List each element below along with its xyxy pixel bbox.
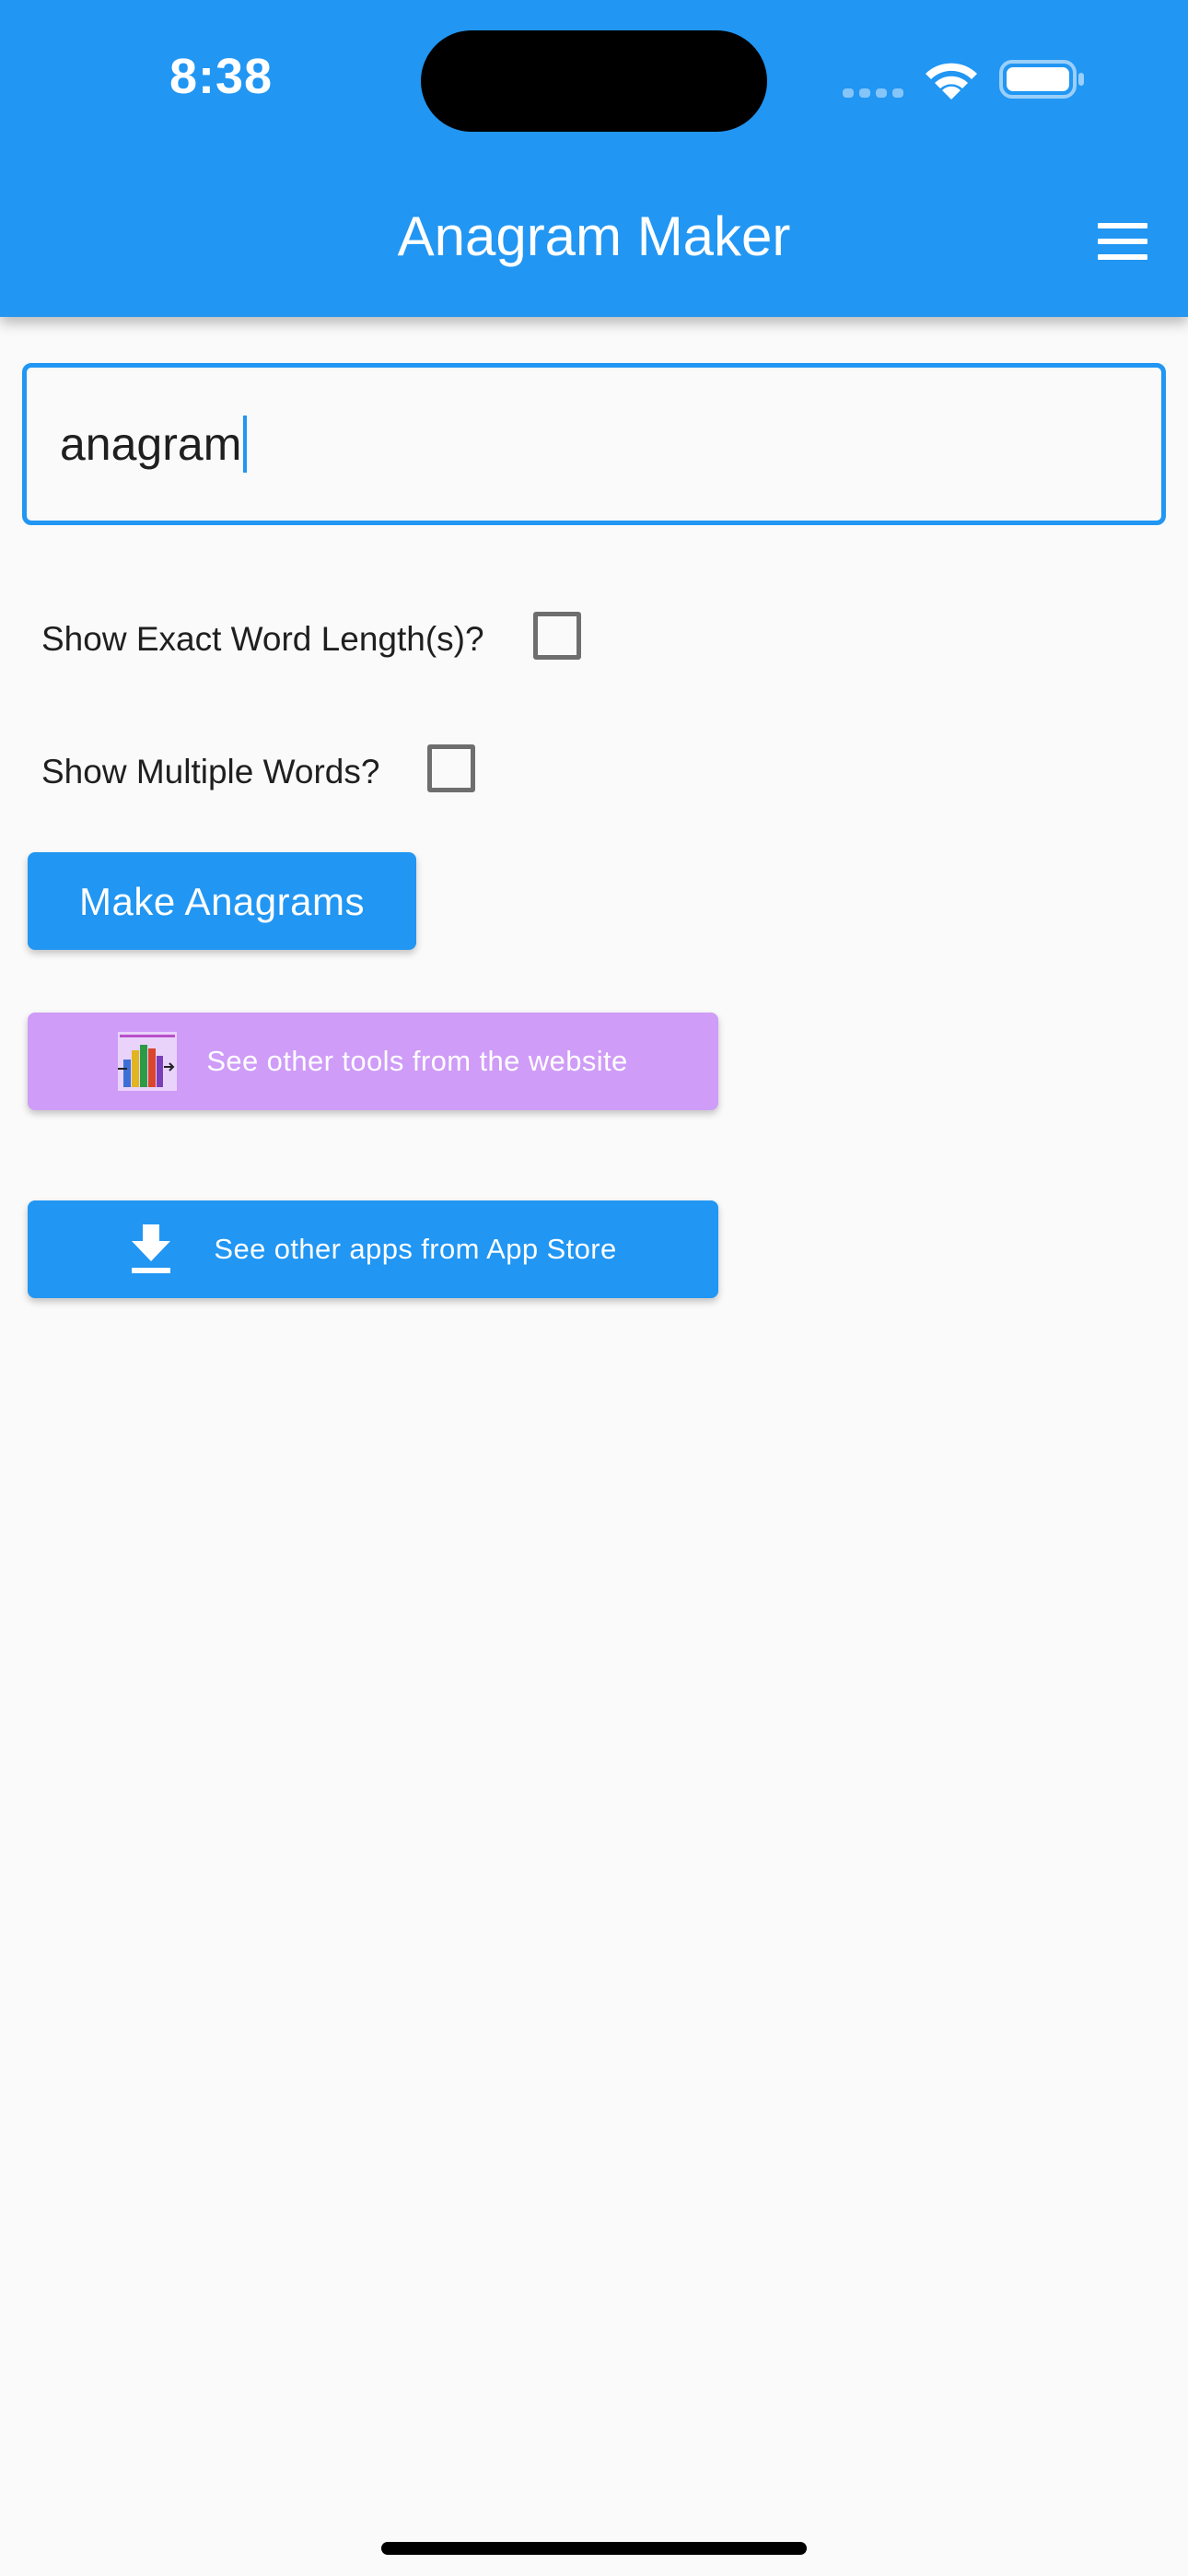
option-multiple-words: Show Multiple Words? — [41, 744, 502, 800]
hamburger-menu-icon[interactable] — [1089, 217, 1155, 265]
app-store-apps-label: See other apps from App Store — [214, 1233, 617, 1265]
battery-icon — [999, 60, 1084, 99]
multiple-words-label: Show Multiple Words? — [41, 753, 380, 790]
make-anagrams-button[interactable]: Make Anagrams — [28, 852, 416, 950]
exact-length-checkbox[interactable] — [533, 612, 581, 660]
home-indicator[interactable] — [381, 2542, 807, 2555]
multiple-words-checkbox[interactable] — [427, 744, 475, 792]
option-exact-length: Show Exact Word Length(s)? — [41, 612, 594, 667]
dynamic-island — [421, 30, 767, 132]
word-input-value: anagram — [60, 416, 248, 473]
word-input[interactable]: anagram — [22, 363, 1166, 525]
download-icon — [132, 1224, 171, 1273]
status-time: 8:38 — [169, 49, 274, 104]
app-title: Anagram Maker — [397, 205, 791, 267]
make-anagrams-label: Make Anagrams — [79, 880, 365, 923]
books-icon — [118, 1032, 178, 1091]
cellular-signal-icon — [843, 88, 905, 98]
wifi-icon — [926, 63, 977, 100]
word-input-text: anagram — [60, 418, 242, 470]
exact-length-label: Show Exact Word Length(s)? — [41, 620, 484, 658]
website-tools-button[interactable]: See other tools from the website — [28, 1013, 718, 1110]
app-header: 8:38 Anagram Maker — [0, 0, 1188, 317]
app-store-apps-button[interactable]: See other apps from App Store — [28, 1200, 718, 1298]
text-caret — [243, 416, 248, 473]
website-tools-label: See other tools from the website — [206, 1045, 628, 1077]
